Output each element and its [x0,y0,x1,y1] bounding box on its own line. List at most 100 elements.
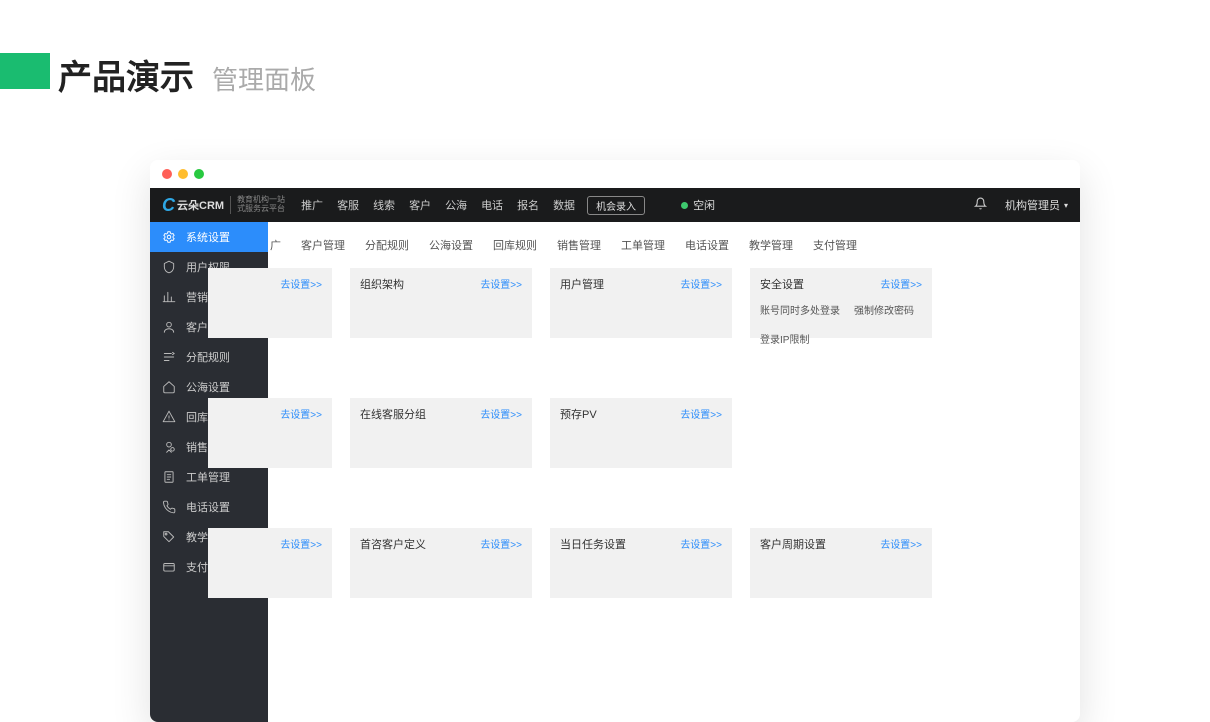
card-body: 账号同时多处登录强制修改密码登录IP限制 [760,302,922,346]
page-header: 产品演示 管理面板 [0,0,1210,129]
main-content: 广客户管理分配规则公海设置回库规则销售管理工单管理电话设置教学管理支付管理 去设… [268,222,1080,722]
sidebar-item[interactable]: 系统设置 [150,222,268,252]
user-label: 机构管理员 [1005,197,1060,213]
top-nav-item[interactable]: 线索 [373,197,395,213]
top-nav-item[interactable]: 数据 [553,197,575,213]
go-settings-link[interactable]: 去设置>> [880,536,922,552]
assign-icon [162,350,176,364]
settings-card: 组织架构 去设置>> [350,268,532,338]
pay-icon [162,560,176,574]
go-settings-link[interactable]: 去设置>> [680,406,722,422]
shield-icon [162,260,176,274]
tab-item[interactable]: 分配规则 [355,232,419,258]
maximize-icon[interactable] [194,169,204,179]
card-subitem: 账号同时多处登录 [760,302,840,317]
settings-card: 用户管理 去设置>> [550,268,732,338]
go-settings-link[interactable]: 去设置>> [480,406,522,422]
chevron-down-icon: ▾ [1064,201,1068,210]
minimize-icon[interactable] [178,169,188,179]
tab-item[interactable]: 电话设置 [675,232,739,258]
record-button[interactable]: 机会录入 [587,196,645,215]
go-settings-link[interactable]: 去设置>> [480,276,522,292]
app-body: 系统设置用户权限营销推广客户管理分配规则公海设置回库规则销售管理工单管理电话设置… [150,222,1080,722]
warn-icon [162,410,176,424]
sidebar-item-label: 公海设置 [186,379,230,395]
accent-block [0,53,50,89]
tab-item[interactable]: 公海设置 [419,232,483,258]
top-nav-item[interactable]: 客户 [409,197,431,213]
user-dropdown[interactable]: 机构管理员 ▾ [1005,197,1068,213]
tab-item[interactable]: 客户管理 [291,232,355,258]
tag-icon [162,530,176,544]
bell-icon[interactable] [974,196,987,214]
card-title: 安全设置 [760,276,804,292]
card-row: 去设置>> 首咨客户定义 去设置>> 当日任务设置 去设置>> 客户周期设置 去设置>> [268,528,1080,598]
settings-card: 安全设置去设置>>账号同时多处登录强制修改密码登录IP限制 [750,268,932,338]
card-title: 首咨客户定义 [360,536,426,552]
card-rows: 去设置>>组织架构去设置>>用户管理去设置>>安全设置去设置>>账号同时多处登录… [268,268,1080,598]
settings-card: 去设置>> [208,528,332,598]
home-icon [162,380,176,394]
card-title: 用户管理 [560,276,604,292]
top-nav-item[interactable]: 推广 [301,197,323,213]
user-icon [162,320,176,334]
card-title: 预存PV [560,406,597,422]
tab-row: 广客户管理分配规则公海设置回库规则销售管理工单管理电话设置教学管理支付管理 [260,222,1080,268]
status-text: 空闲 [693,197,715,213]
sidebar-item-label: 工单管理 [186,469,230,485]
go-settings-link[interactable]: 去设置>> [680,276,722,292]
window-chrome [150,160,1080,188]
phone-icon [162,500,176,514]
chart-icon [162,290,176,304]
settings-icon [162,230,176,244]
settings-card: 预存PV 去设置>> [550,398,732,468]
card-title: 在线客服分组 [360,406,426,422]
logo-icon: C [162,195,175,216]
sidebar-item[interactable]: 分配规则 [150,342,268,372]
close-icon[interactable] [162,169,172,179]
tab-item[interactable]: 广 [260,232,291,258]
card-subitem: 登录IP限制 [760,331,809,346]
tab-item[interactable]: 工单管理 [611,232,675,258]
top-nav-item[interactable]: 电话 [481,197,503,213]
settings-card: 在线客服分组 去设置>> [350,398,532,468]
card-row: 去设置>> 组织架构 去设置>> 用户管理 去设置>> 安全设置 去设置>> 账号同时多处登录… [268,268,1080,338]
topbar: C 云朵CRM 教育机构一站 式服务云平台 推广客服线索客户公海电话报名数据 机… [150,188,1080,222]
go-settings-link[interactable]: 去设置>> [280,536,322,551]
go-settings-link[interactable]: 去设置>> [880,276,922,292]
card-title: 组织架构 [360,276,404,292]
doc-icon [162,470,176,484]
top-nav-item[interactable]: 公海 [445,197,467,213]
tab-item[interactable]: 回库规则 [483,232,547,258]
logo: C 云朵CRM 教育机构一站 式服务云平台 [162,195,285,216]
go-settings-link[interactable]: 去设置>> [680,536,722,552]
logo-desc: 教育机构一站 式服务云平台 [230,196,285,214]
card-title: 当日任务设置 [560,536,626,552]
top-nav-item[interactable]: 报名 [517,197,539,213]
top-nav-item[interactable]: 客服 [337,197,359,213]
page-title: 产品演示 [58,50,194,99]
sidebar-item-label: 分配规则 [186,349,230,365]
settings-card: 客户周期设置 去设置>> [750,528,932,598]
sidebar-item[interactable]: 电话设置 [150,492,268,522]
settings-card: 当日任务设置 去设置>> [550,528,732,598]
go-settings-link[interactable]: 去设置>> [280,276,322,291]
go-settings-link[interactable]: 去设置>> [280,406,322,421]
settings-card: 去设置>> [208,268,332,338]
tab-item[interactable]: 支付管理 [803,232,867,258]
status-dot-icon [681,202,688,209]
tab-item[interactable]: 销售管理 [547,232,611,258]
sidebar-item-label: 系统设置 [186,229,230,245]
go-settings-link[interactable]: 去设置>> [480,536,522,552]
logo-brand: 云朵CRM [177,197,224,213]
sales-icon [162,440,176,454]
settings-card: 首咨客户定义 去设置>> [350,528,532,598]
card-subitem: 强制修改密码 [854,302,914,317]
app-window: C 云朵CRM 教育机构一站 式服务云平台 推广客服线索客户公海电话报名数据 机… [150,160,1080,722]
card-title: 客户周期设置 [760,536,826,552]
topbar-right: 机构管理员 ▾ [974,196,1068,214]
status-indicator: 空闲 [681,197,715,213]
card-row: 去设置>> 在线客服分组 去设置>> 预存PV 去设置>> [268,398,1080,468]
page-subtitle: 管理面板 [212,60,316,97]
tab-item[interactable]: 教学管理 [739,232,803,258]
